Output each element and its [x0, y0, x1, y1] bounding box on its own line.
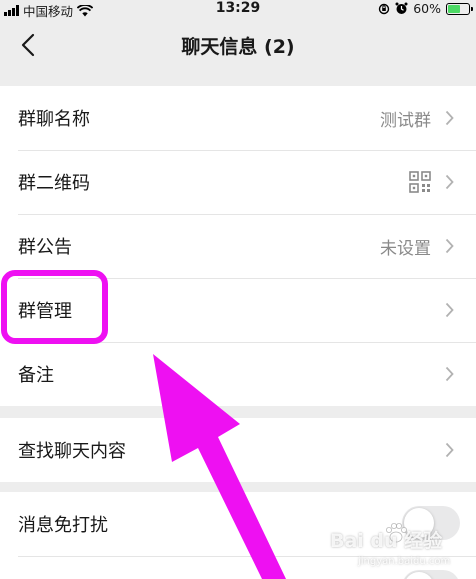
row-group-notice[interactable]: 群公告 未设置: [0, 214, 476, 278]
rotation-lock-icon: [379, 3, 390, 14]
row-label: 消息免打扰: [18, 515, 108, 536]
chevron-right-icon: [445, 238, 454, 254]
nav-bar: 聊天信息 (2): [0, 18, 476, 74]
row-group-name[interactable]: 群聊名称 测试群: [0, 86, 476, 150]
row-label: 群聊名称: [18, 109, 90, 130]
chevron-right-icon: [445, 442, 454, 458]
chevron-right-icon: [445, 110, 454, 126]
row-group-qrcode[interactable]: 群二维码: [0, 150, 476, 214]
next-toggle[interactable]: [402, 570, 460, 579]
row-search-history[interactable]: 查找聊天内容: [0, 418, 476, 482]
settings-group-main: 群聊名称 测试群 群二维码 群公告 未设置 群管理 备注: [0, 86, 476, 406]
battery-fill: [448, 4, 460, 13]
toggle-knob: [404, 572, 434, 579]
row-value: 测试群: [380, 110, 431, 131]
settings-group-search: 查找聊天内容: [0, 418, 476, 482]
row-value: 未设置: [380, 238, 431, 259]
chevron-right-icon: [445, 174, 454, 190]
row-label: 群二维码: [18, 173, 90, 194]
alarm-icon: [395, 2, 408, 14]
row-label: 群公告: [18, 237, 72, 258]
row-remark[interactable]: 备注: [0, 342, 476, 406]
qr-code-icon: [409, 171, 431, 193]
row-label: 查找聊天内容: [18, 441, 126, 462]
chevron-right-icon: [445, 366, 454, 382]
watermark-text: Bai du 经验: [330, 530, 443, 552]
status-right: 60%: [378, 1, 473, 16]
page-title: 聊天信息 (2): [181, 36, 295, 58]
status-bar: 中国移动 13:29 60%: [0, 0, 476, 19]
battery-icon: [446, 2, 473, 15]
highlight-box: [1, 270, 108, 344]
row-label: 备注: [18, 365, 54, 386]
battery-percent: 60%: [413, 1, 441, 16]
watermark-url: jingyan.baidu.com: [358, 556, 451, 567]
chevron-right-icon: [445, 302, 454, 318]
